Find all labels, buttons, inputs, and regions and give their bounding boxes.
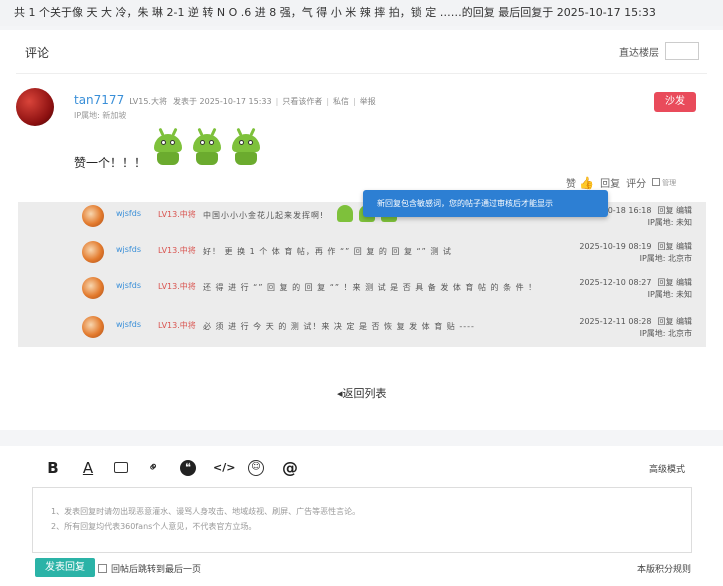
android-sticker (150, 127, 186, 166)
avatar[interactable] (16, 88, 54, 126)
reply-author-level: LV13.中将 (158, 210, 196, 219)
separator: | (326, 97, 330, 106)
reply-text: 必 须 进 行 今 天 的 测 试！来 决 定 是 否 恢 复 发 体 育 贴 … (203, 322, 475, 331)
jump-to-floor-label: 直达楼层 (619, 47, 659, 59)
reply-button[interactable]: 回复 (600, 175, 620, 190)
reply-meta: 2025-12-11 08:28 回复 编辑 IP属地: 北京市 (579, 316, 692, 340)
floor-number-input[interactable] (665, 42, 699, 60)
post-actions: 赞 👍 回复 评分 管理 (566, 175, 676, 190)
reply-button[interactable]: 回复 (657, 206, 673, 215)
jump-last-page-option[interactable]: 回帖后跳转到最后一页 (98, 562, 201, 575)
reply-author-level: LV13.中将 (158, 321, 196, 330)
avatar[interactable] (82, 277, 104, 299)
reply-author-level: LV13.中将 (158, 282, 196, 291)
post-body: 赞一个！！！ (74, 156, 147, 170)
font-color-icon[interactable]: A (79, 459, 97, 477)
points-rules-link[interactable]: 本版积分规则 (637, 562, 691, 575)
bold-icon[interactable]: B (44, 459, 62, 477)
submit-reply-button[interactable]: 发表回复 (35, 558, 95, 577)
editor-tip: 1、发表回复时请勿出现恶意灌水、谩骂人身攻击、地域歧视、刷屏、广告等恶性言论。 (51, 507, 361, 516)
ip-location: IP属地: 新加坡 (74, 111, 127, 120)
quote-icon[interactable]: ❝ (180, 459, 196, 476)
back-to-list-link[interactable]: ◂返回列表 (337, 385, 387, 401)
advanced-mode-link[interactable]: 高级模式 (649, 462, 685, 475)
reply-list: wjsfds LV13.中将 中国小小小金花儿起来发挥啊! 2025-10-18… (18, 202, 706, 347)
reply-meta: 2025-12-10 08:27 回复 编辑 IP属地: 未知 (579, 277, 692, 301)
link-icon[interactable]: ⚭ (142, 456, 165, 479)
separator: | (275, 97, 279, 106)
checkbox-icon[interactable] (98, 564, 107, 573)
avatar[interactable] (82, 241, 104, 263)
avatar[interactable] (82, 205, 104, 227)
editor-toolbar: B A ⚭ ❝ </> ☺ @ (44, 458, 299, 477)
author-name-link[interactable]: tan7177 (74, 93, 124, 107)
reply-button[interactable]: 回复 (657, 278, 673, 287)
thumb-up-icon: 👍 (579, 176, 595, 190)
sticker-group (150, 127, 264, 166)
image-icon[interactable] (114, 462, 128, 473)
reply-button[interactable]: 回复 (657, 242, 673, 251)
list-item: wjsfds LV13.中将 必 须 进 行 今 天 的 测 试！来 决 定 是… (18, 313, 706, 347)
reply-time: 2025-12-10 08:27 (579, 278, 652, 287)
reply-ip: IP属地: 北京市 (639, 254, 692, 263)
separator: | (353, 97, 356, 106)
android-sticker (228, 127, 264, 166)
rate-button[interactable]: 评分 (626, 175, 646, 190)
author-line: tan7177 LV15.大将 发表于 2025-10-17 15:33 | 只… (74, 93, 376, 107)
reply-ip: IP属地: 未知 (647, 218, 692, 227)
edit-button[interactable]: 编辑 (676, 278, 692, 287)
post-time: 发表于 2025-10-17 15:33 (172, 97, 272, 106)
thread-summary-bar: 共 1 个关于像 天 大 冷，朱 琳 2-1 逆 转 N O .6 进 8 强，… (0, 0, 723, 26)
edit-button[interactable]: 编辑 (676, 206, 692, 215)
reply-text: 还 得 进 行 “” 回 复 的 回 复 “” ！来 测 试 是 否 具 备 发… (203, 283, 538, 292)
manage-checkbox[interactable]: 管理 (652, 177, 676, 188)
edit-button[interactable]: 编辑 (676, 242, 692, 251)
list-item: wjsfds LV13.中将 好！ 更 换 1 个 体 育 帖，再 作 “” 回… (18, 238, 706, 272)
reply-author-link[interactable]: wjsfds (116, 281, 141, 290)
jump-to-floor: 直达楼层 (619, 42, 699, 60)
like-button[interactable]: 赞 👍 (566, 175, 594, 190)
android-sticker (189, 127, 225, 166)
reply-time: 2025-12-11 08:28 (579, 317, 652, 326)
author-level: LV15.大将 (129, 97, 167, 106)
reply-textarea[interactable]: 1、发表回复时请勿出现恶意灌水、谩骂人身攻击、地域歧视、刷屏、广告等恶性言论。 … (32, 487, 692, 553)
comments-card: 评论 直达楼层 tan7177 LV15.大将 发表于 2025-10-17 1… (0, 30, 723, 430)
reply-author-link[interactable]: wjsfds (116, 209, 141, 218)
reply-author-link[interactable]: wjsfds (116, 245, 141, 254)
list-item: wjsfds LV13.中将 还 得 进 行 “” 回 复 的 回 复 “” ！… (18, 274, 706, 312)
divider (16, 73, 707, 74)
code-icon[interactable]: </> (213, 461, 235, 474)
checkbox-icon (652, 178, 661, 186)
emoji-icon[interactable]: ☺ (248, 459, 264, 476)
at-icon[interactable]: @ (281, 458, 299, 477)
edit-button[interactable]: 编辑 (676, 317, 692, 326)
reply-time: 2025-10-19 08:19 (579, 242, 652, 251)
reply-author-link[interactable]: wjsfds (116, 320, 141, 329)
reply-button[interactable]: 回复 (657, 317, 673, 326)
android-sticker (337, 205, 353, 222)
sofa-floor-badge: 沙发 (654, 92, 696, 112)
reply-editor: B A ⚭ ❝ </> ☺ @ 高级模式 1、发表回复时请勿出现恶意灌水、谩骂人… (0, 446, 723, 586)
reply-meta: 2025-10-19 08:19 回复 编辑 IP属地: 北京市 (579, 241, 692, 265)
sensitive-word-toast: 新回复包含敏感词，您的帖子通过审核后才能显示 (363, 190, 608, 217)
reply-ip: IP属地: 北京市 (639, 329, 692, 338)
comments-title: 评论 (25, 46, 50, 60)
reply-text: 好！ 更 换 1 个 体 育 帖，再 作 “” 回 复 的 回 复 “” 测 试 (203, 247, 452, 256)
private-message-link[interactable]: 私信 (333, 96, 349, 107)
reply-author-level: LV13.中将 (158, 246, 196, 255)
avatar[interactable] (82, 316, 104, 338)
editor-tip: 2、所有回复均代表360fans个人意见，不代表官方立场。 (51, 522, 257, 531)
jump-last-page-label: 回帖后跳转到最后一页 (111, 565, 202, 575)
reply-ip: IP属地: 未知 (647, 290, 692, 299)
view-author-only-link[interactable]: 只看该作者 (282, 96, 322, 107)
report-link[interactable]: 举报 (360, 96, 376, 107)
